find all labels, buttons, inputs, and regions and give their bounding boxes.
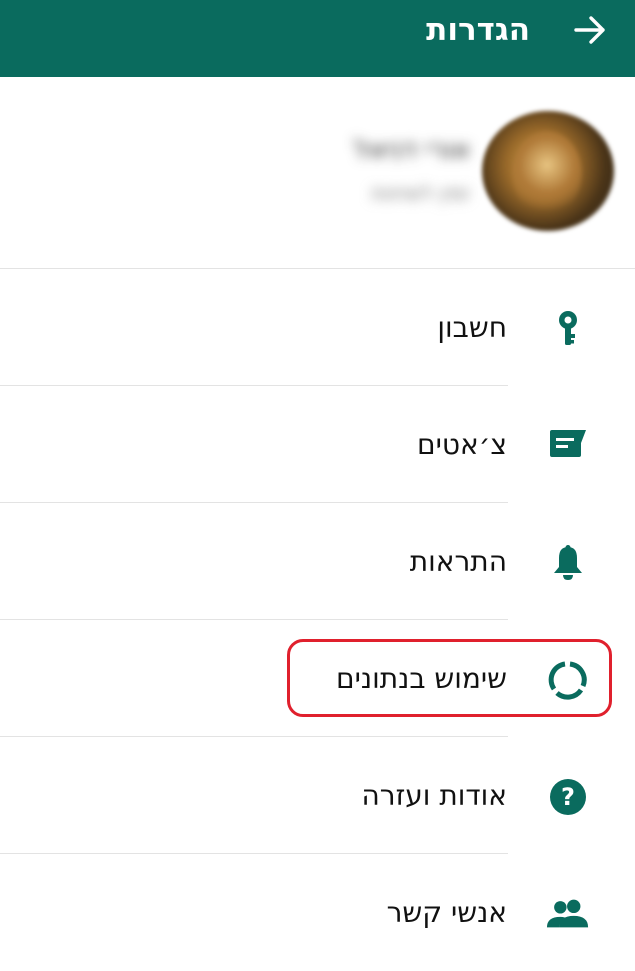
menu-item-contacts[interactable]: אנשי קשר (0, 854, 635, 971)
chat-icon (546, 424, 590, 468)
menu-item-chats[interactable]: צ׳אטים (0, 386, 635, 503)
bell-icon (546, 541, 590, 585)
help-icon: ? (546, 775, 590, 819)
highlight-annotation (287, 639, 612, 717)
menu-item-account[interactable]: חשבון (0, 269, 635, 386)
page-title: הגדרות (426, 12, 530, 48)
arrow-right-icon (574, 16, 605, 44)
menu-item-notifications[interactable]: התראות (0, 503, 635, 620)
menu-item-label: צ׳אטים (417, 428, 507, 461)
profile-name: אורי דניאל (354, 135, 470, 165)
profile-section[interactable]: אורי דניאל זמין לשיחות (0, 77, 635, 269)
avatar-face (512, 131, 582, 216)
menu-item-label: אודות ועזרה (361, 779, 507, 812)
svg-text:?: ? (561, 783, 575, 811)
app-bar: הגדרות (0, 0, 635, 77)
menu-item-label: התראות (409, 545, 507, 578)
avatar[interactable] (482, 111, 614, 231)
profile-status: זמין לשיחות (371, 181, 470, 205)
menu-item-label: אנשי קשר (386, 896, 507, 929)
key-icon (546, 307, 590, 351)
contacts-icon (546, 892, 590, 936)
menu-item-label: חשבון (437, 311, 507, 344)
back-button[interactable] (571, 10, 611, 50)
menu-item-help[interactable]: ? אודות ועזרה (0, 737, 635, 854)
